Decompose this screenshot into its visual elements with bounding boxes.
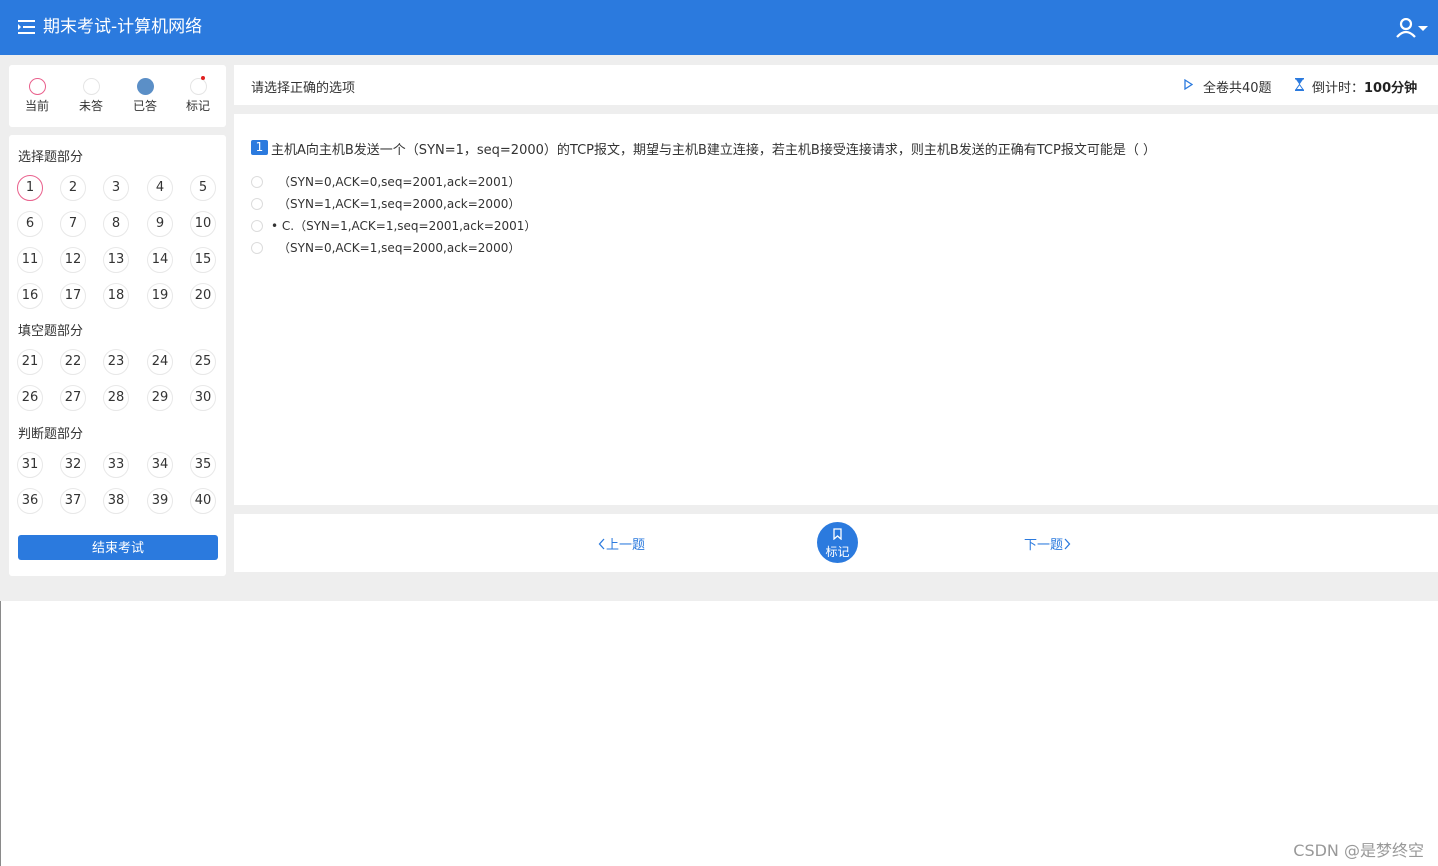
flag-label: 标记: [825, 545, 850, 559]
question-number-button[interactable]: 5: [190, 175, 216, 201]
user-icon[interactable]: [1396, 18, 1430, 38]
question-number-button[interactable]: 1: [17, 175, 43, 201]
section-title-judge: 判断题部分: [18, 427, 84, 442]
hourglass-icon: [1295, 78, 1304, 91]
prev-label: 上一题: [606, 538, 646, 553]
question-number-button[interactable]: 37: [60, 488, 86, 514]
question-navigator: 选择题部分 填空题部分 判断题部分 1 2 3 4 5 6 7 8 9 10 11 12 13 14 15 1…: [9, 135, 226, 576]
option-text: • C.（SYN=1,ACK=1,seq=2001,ack=2001）: [271, 219, 537, 233]
prev-question-button[interactable]: 上一题: [598, 534, 645, 553]
option-text: （SYN=1,ACK=1,seq=2000,ack=2000）: [278, 197, 521, 211]
question-number-button[interactable]: 6: [17, 211, 43, 237]
radio-button[interactable]: [251, 242, 263, 254]
watermark: CSDN @是梦终空: [1293, 841, 1424, 860]
legend-label: 未答: [78, 99, 103, 113]
question-number-button[interactable]: 34: [147, 452, 173, 478]
question-number-button[interactable]: 9: [147, 211, 173, 237]
question-number-button[interactable]: 31: [17, 452, 43, 478]
current-status-icon: [28, 78, 46, 95]
page-title: 期末考试-计算机网络: [43, 17, 203, 37]
question-number-button[interactable]: 38: [103, 488, 129, 514]
question-number-button[interactable]: 32: [60, 452, 86, 478]
unanswered-status-icon: [82, 78, 100, 95]
legend-unanswered: 未答: [71, 78, 111, 114]
question-number-button[interactable]: 27: [60, 385, 86, 411]
section-title-choice: 选择题部分: [18, 150, 84, 165]
question-number-button[interactable]: 28: [103, 385, 129, 411]
next-label: 下一题: [1024, 538, 1064, 553]
question-number-button[interactable]: 14: [147, 247, 173, 273]
question-number-button[interactable]: 16: [17, 283, 43, 309]
question-number-button[interactable]: 24: [147, 349, 173, 375]
question-number-button[interactable]: 36: [17, 488, 43, 514]
chevron-left-icon: [598, 538, 605, 550]
flagged-status-icon: [189, 76, 207, 95]
window-edge: [0, 601, 1, 866]
question-number-button[interactable]: 29: [147, 385, 173, 411]
section-title-fill: 填空题部分: [18, 324, 84, 339]
question-number-button[interactable]: 10: [190, 211, 216, 237]
radio-button[interactable]: [251, 220, 263, 232]
question-number-button[interactable]: 23: [103, 349, 129, 375]
legend-answered: 已答: [125, 78, 165, 114]
answered-status-icon: [136, 78, 154, 95]
legend-label: 标记: [185, 99, 210, 113]
chevron-right-icon: [1064, 538, 1071, 550]
legend-flagged: 标记: [178, 76, 218, 114]
question-number-button[interactable]: 21: [17, 349, 43, 375]
bookmark-icon: [833, 528, 842, 540]
top-bar: 期末考试-计算机网络: [0, 0, 1438, 55]
question-number-button[interactable]: 25: [190, 349, 216, 375]
question-number-button[interactable]: 15: [190, 247, 216, 273]
play-icon: [1184, 79, 1193, 90]
question-number-button[interactable]: 8: [103, 211, 129, 237]
menu-icon[interactable]: [18, 20, 35, 34]
question-number-button[interactable]: 35: [190, 452, 216, 478]
next-question-button[interactable]: 下一题: [1024, 534, 1071, 553]
question-number-button[interactable]: 26: [17, 385, 43, 411]
question-number-button[interactable]: 22: [60, 349, 86, 375]
question-number-button[interactable]: 3: [103, 175, 129, 201]
timer-label: 倒计时：: [1312, 81, 1365, 96]
legend-label: 已答: [132, 99, 157, 113]
question-number-button[interactable]: 30: [190, 385, 216, 411]
legend-label: 当前: [24, 99, 49, 113]
flag-button[interactable]: 标记: [817, 522, 858, 563]
question-text: 主机A向主机B发送一个（SYN=1，seq=2000）的TCP报文，期望与主机B…: [271, 143, 1156, 158]
question-number-button[interactable]: 20: [190, 283, 216, 309]
question-number-button[interactable]: 13: [103, 247, 129, 273]
legend-current: 当前: [17, 78, 57, 114]
hint-bar: 请选择正确的选项 全卷共40题 倒计时： 100分钟: [234, 65, 1438, 105]
question-number-button[interactable]: 4: [147, 175, 173, 201]
option-text: （SYN=0,ACK=1,seq=2000,ack=2000）: [278, 241, 521, 255]
question-number-button[interactable]: 11: [17, 247, 43, 273]
question-total: 全卷共40题: [1203, 81, 1272, 96]
timer-value: 100分钟: [1364, 81, 1418, 96]
question-nav-bar: 上一题 标记 下一题: [234, 514, 1438, 572]
option-text: （SYN=0,ACK=0,seq=2001,ack=2001）: [278, 175, 521, 189]
question-number-button[interactable]: 40: [190, 488, 216, 514]
question-number-button[interactable]: 33: [103, 452, 129, 478]
question-number-button[interactable]: 19: [147, 283, 173, 309]
question-panel: 1 主机A向主机B发送一个（SYN=1，seq=2000）的TCP报文，期望与主…: [234, 114, 1438, 505]
question-number-badge: 1: [251, 140, 268, 155]
question-number-button[interactable]: 2: [60, 175, 86, 201]
question-number-button[interactable]: 18: [103, 283, 129, 309]
radio-button[interactable]: [251, 198, 263, 210]
status-legend: 当前 未答 已答 标记: [9, 65, 226, 127]
question-number-button[interactable]: 7: [60, 211, 86, 237]
end-exam-button[interactable]: 结束考试: [18, 535, 218, 560]
instruction-text: 请选择正确的选项: [251, 81, 356, 96]
question-number-button[interactable]: 39: [147, 488, 173, 514]
question-number-button[interactable]: 17: [60, 283, 86, 309]
radio-button[interactable]: [251, 176, 263, 188]
question-number-button[interactable]: 12: [60, 247, 86, 273]
